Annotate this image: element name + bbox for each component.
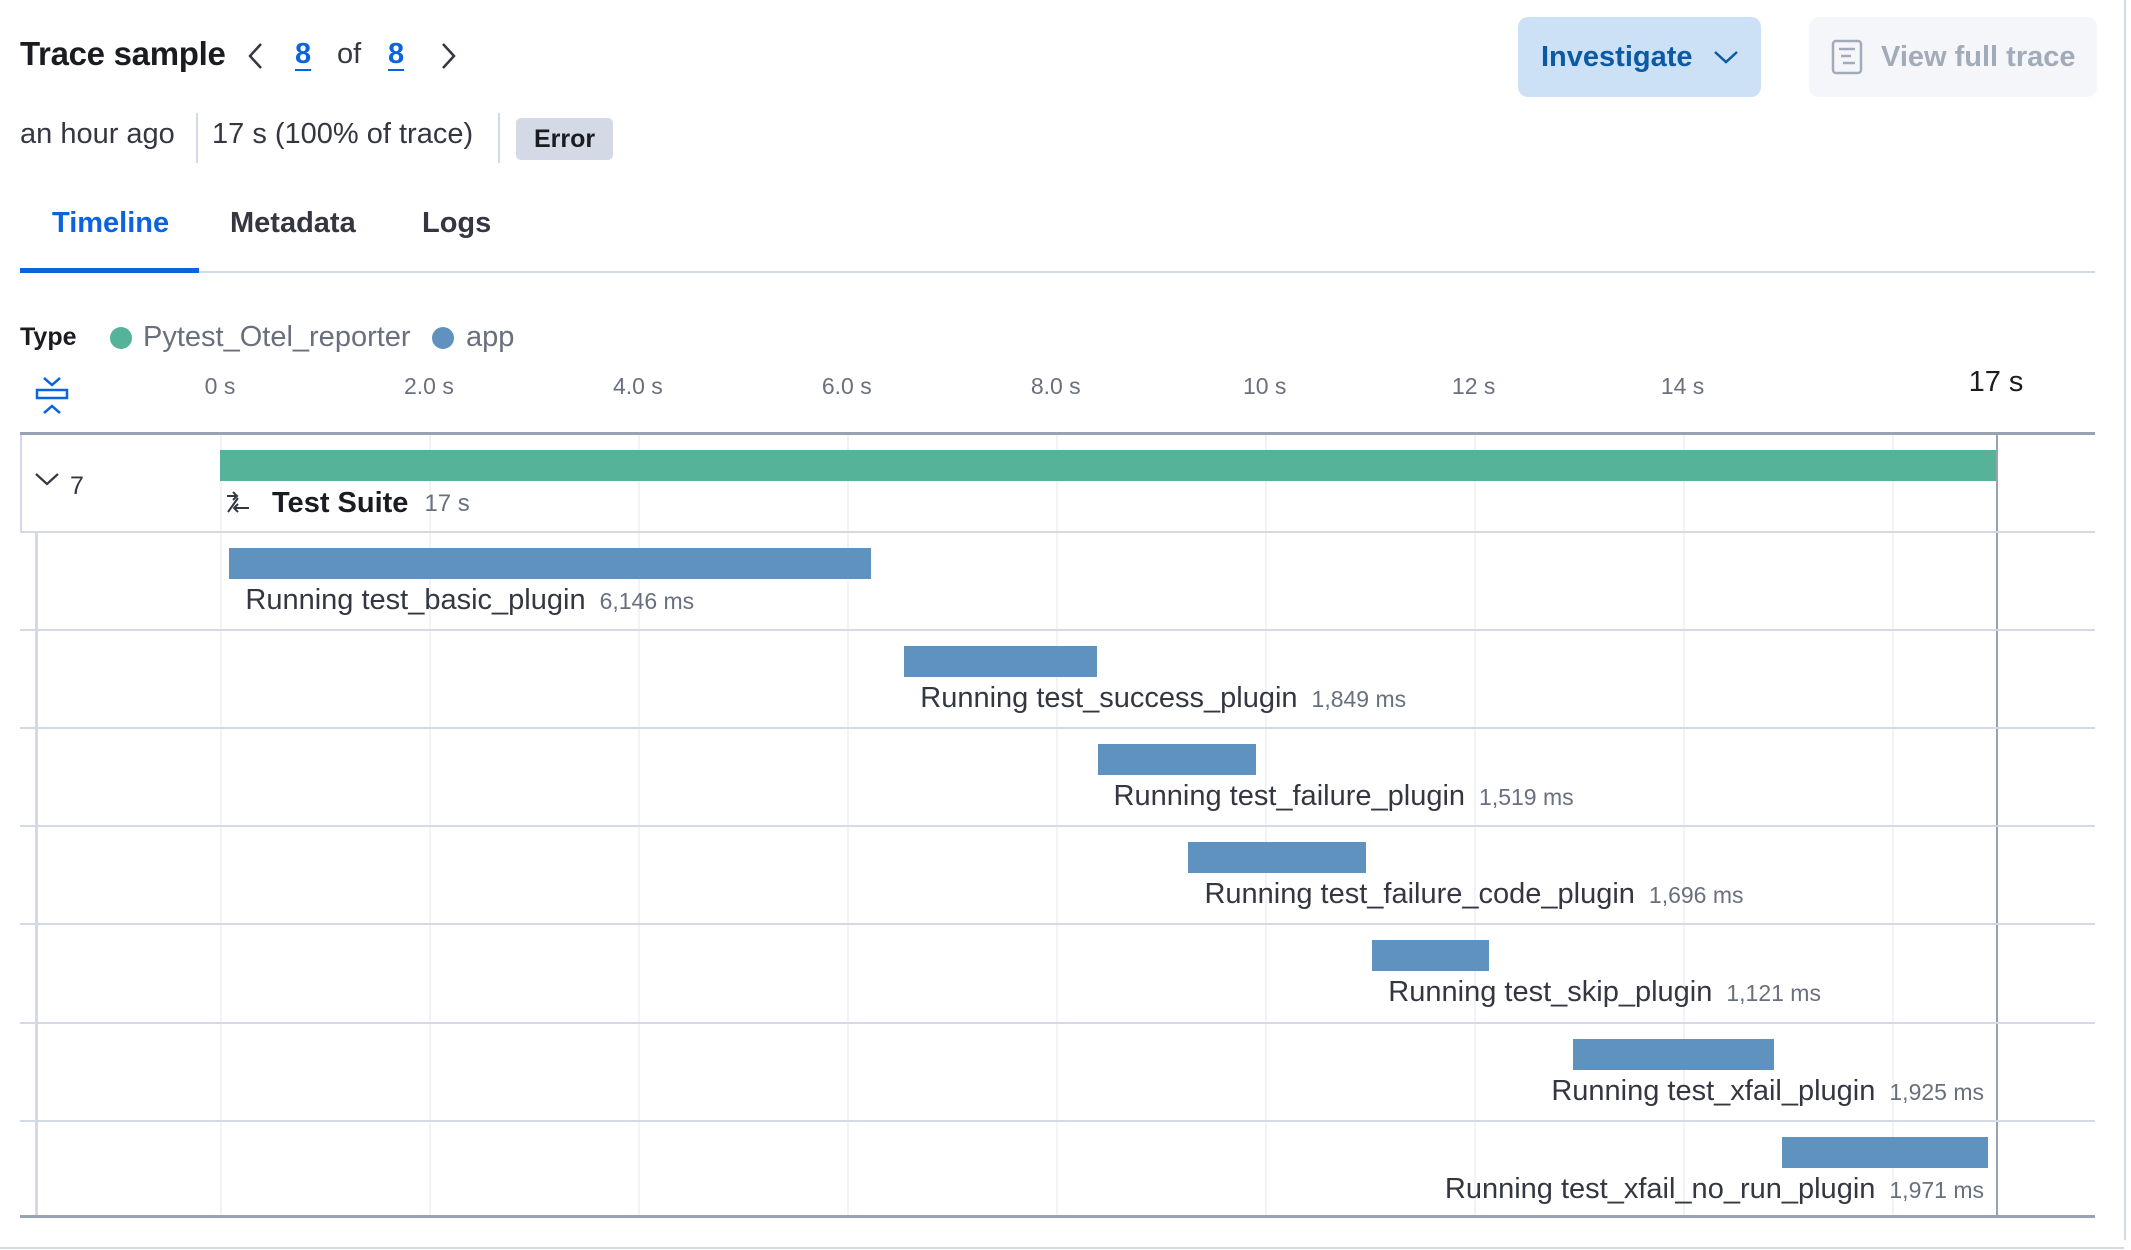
span-bar[interactable]	[1372, 940, 1490, 972]
status-badge: Error	[516, 118, 614, 160]
span-duration: 1,849 ms	[1311, 686, 1407, 713]
total-samples-link[interactable]: 8	[388, 38, 404, 71]
span-duration: 6,146 ms	[599, 588, 695, 614]
child-count: 7	[70, 472, 84, 500]
chevron-left-icon	[248, 43, 262, 69]
axis-tick-label: 0 s	[204, 373, 236, 399]
span-label[interactable]: Running test_skip_plugin 1,121 ms	[1388, 976, 1821, 1009]
span-bar[interactable]	[1572, 1038, 1774, 1070]
legend-dot-app	[432, 327, 454, 349]
span-label[interactable]: Running test_failure_plugin 1,519 ms	[1114, 780, 1574, 813]
span-name: Running test_success_plugin	[920, 682, 1298, 715]
span-duration: 1,121 ms	[1726, 980, 1821, 1007]
axis-tick-label: 12 s	[1451, 373, 1496, 399]
current-sample-link[interactable]: 8	[295, 38, 311, 71]
legend-dot-reporter	[110, 327, 132, 349]
axis-tick-label: 10 s	[1242, 373, 1287, 399]
span-duration: 1,696 ms	[1648, 882, 1744, 909]
waterfall-bottom-border	[20, 1215, 2095, 1218]
span-name: Running test_xfail_plugin	[1551, 1074, 1876, 1107]
view-full-trace-button[interactable]: View full trace	[1809, 17, 2097, 97]
root-span-duration: 17 s	[424, 489, 470, 517]
span-duration: 1,925 ms	[1889, 1078, 1984, 1105]
chevron-down-icon	[1713, 51, 1738, 64]
span-label[interactable]: Running test_failure_code_plugin 1,696 ms	[1204, 878, 1743, 911]
axis-tick-label: 17 s	[1968, 366, 2024, 398]
page-title: Trace sample	[20, 35, 226, 72]
panel-border	[2124, 0, 2126, 1240]
document-icon	[1831, 39, 1863, 75]
row-separator	[20, 727, 2095, 729]
span-label[interactable]: Running test_basic_plugin 6,146 ms	[245, 584, 694, 617]
root-span-label[interactable]: Test Suite 17 s	[224, 487, 470, 520]
investigate-label: Investigate	[1541, 40, 1693, 73]
span-name: Running test_failure_plugin	[1113, 780, 1466, 813]
next-sample-button[interactable]	[436, 38, 460, 74]
span-bar[interactable]	[1097, 744, 1257, 776]
span-duration: 1,971 ms	[1889, 1176, 1984, 1203]
row-separator	[20, 629, 2095, 631]
span-bar[interactable]	[1781, 1136, 1988, 1168]
span-name: Running test_skip_plugin	[1388, 976, 1713, 1009]
row-separator	[20, 531, 2095, 533]
divider	[196, 113, 198, 163]
chevron-down-icon	[35, 473, 59, 486]
pager-of-label: of	[337, 38, 362, 70]
axis-tick-label: 2.0 s	[404, 373, 454, 399]
active-tab-indicator	[20, 268, 199, 273]
tabs-divider	[20, 271, 2095, 273]
span-name: Running test_basic_plugin	[245, 584, 586, 616]
span-label[interactable]: Running test_xfail_no_run_plugin 1,971 ms	[1445, 1173, 1984, 1206]
investigate-button[interactable]: Investigate	[1518, 17, 1761, 97]
expand-toggle[interactable]	[34, 470, 60, 490]
merge-icon	[227, 490, 249, 513]
row-separator	[20, 825, 2095, 827]
legend-item-app: app	[466, 321, 515, 353]
previous-sample-button[interactable]	[244, 38, 268, 74]
fold-icon	[35, 377, 69, 414]
axis-tick-label: 8.0 s	[1030, 373, 1081, 399]
span-bar[interactable]	[229, 548, 872, 579]
legend-title: Type	[20, 323, 77, 351]
tree-indent-line	[35, 531, 38, 1215]
axis-tick-label: 14 s	[1660, 373, 1705, 399]
row-separator	[20, 1022, 2095, 1024]
collapse-all-button[interactable]	[34, 375, 70, 417]
span-bar[interactable]	[1188, 842, 1366, 874]
legend-item-reporter: Pytest_Otel_reporter	[143, 321, 411, 353]
axis-tick-label: 4.0 s	[612, 373, 663, 399]
panel-border	[0, 1247, 2124, 1249]
span-name: Running test_failure_code_plugin	[1204, 878, 1635, 911]
tab-timeline[interactable]: Timeline	[52, 207, 169, 240]
chevron-right-icon	[442, 43, 456, 69]
root-span-name: Test Suite	[272, 487, 409, 519]
trace-duration: 17 s (100% of trace)	[212, 118, 474, 150]
row-separator	[20, 923, 2095, 925]
span-label[interactable]: Running test_xfail_plugin 1,925 ms	[1551, 1075, 1984, 1108]
timestamp: an hour ago	[20, 118, 175, 150]
divider	[498, 113, 500, 163]
tab-metadata[interactable]: Metadata	[230, 207, 356, 240]
axis-tick-label: 6.0 s	[821, 373, 872, 399]
row-separator	[20, 1120, 2095, 1122]
view-full-trace-label: View full trace	[1881, 40, 2076, 73]
span-duration: 1,519 ms	[1479, 784, 1574, 811]
tab-logs[interactable]: Logs	[422, 207, 491, 240]
span-bar[interactable]	[904, 646, 1098, 678]
span-label[interactable]: Running test_success_plugin 1,849 ms	[920, 682, 1406, 715]
span-name: Running test_xfail_no_run_plugin	[1444, 1172, 1876, 1205]
span-bar-root[interactable]	[220, 450, 1996, 481]
